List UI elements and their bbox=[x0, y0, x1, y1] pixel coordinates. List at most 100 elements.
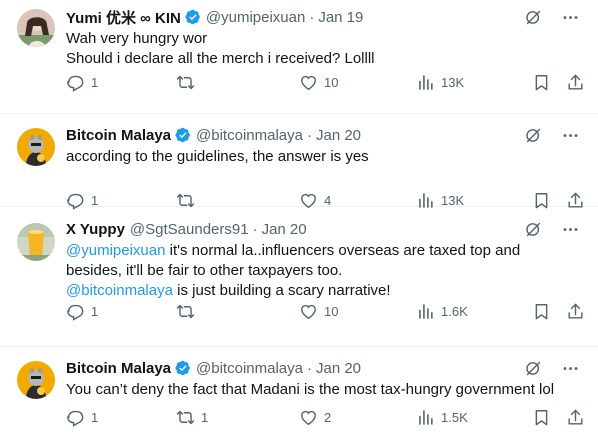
retweet-icon bbox=[176, 73, 195, 92]
like-button[interactable]: 2 bbox=[299, 408, 331, 427]
reply-count: 1 bbox=[91, 74, 99, 90]
tweet-text-fragment: it's normal la..influencers overseas are… bbox=[165, 242, 521, 259]
reply-button[interactable]: 1 bbox=[66, 73, 98, 92]
tweet-date[interactable]: Jan 20 bbox=[316, 127, 361, 144]
bookmark-button[interactable] bbox=[532, 73, 551, 92]
display-name[interactable]: Yumi 优米 ∞ KIN bbox=[66, 7, 181, 28]
avatar[interactable] bbox=[17, 223, 55, 261]
tweet-text-line: You can’t deny the fact that Madani is t… bbox=[66, 381, 555, 398]
tweet[interactable]: Yumi 优米 ∞ KIN @yumipeixuan · Jan 19 Wah … bbox=[0, 0, 598, 114]
tweet-text-line: Should i declare all the merch i receive… bbox=[66, 50, 375, 67]
separator-dot: · bbox=[252, 220, 258, 238]
tweet-text: according to the guidelines, the answer … bbox=[66, 147, 584, 167]
grok-icon[interactable] bbox=[524, 8, 543, 27]
verified-badge-icon bbox=[175, 127, 191, 143]
separator-dot: · bbox=[306, 126, 312, 144]
tweet-header: Bitcoin Malaya @bitcoinmalaya · Jan 20 bbox=[66, 124, 584, 146]
retweet-icon bbox=[176, 408, 195, 427]
tweet-text-line: @yumipeixuan it's normal la..influencers… bbox=[66, 241, 584, 261]
retweet-button[interactable] bbox=[176, 73, 201, 92]
retweet-button[interactable]: 1 bbox=[176, 408, 208, 427]
retweet-icon bbox=[176, 302, 195, 321]
tweet-header: Bitcoin Malaya @bitcoinmalaya · Jan 20 bbox=[66, 357, 584, 379]
user-handle[interactable]: @bitcoinmalaya bbox=[196, 127, 303, 144]
heart-icon bbox=[299, 302, 318, 321]
separator-dot: · bbox=[309, 8, 315, 26]
tweet-text: @yumipeixuan it's normal la..influencers… bbox=[66, 241, 584, 301]
like-count: 10 bbox=[324, 303, 339, 319]
retweet-button[interactable] bbox=[176, 302, 201, 321]
separator-dot: · bbox=[306, 359, 312, 377]
views-button[interactable]: 13K bbox=[416, 73, 464, 92]
reply-count: 1 bbox=[91, 192, 99, 208]
more-options-icon[interactable] bbox=[561, 359, 580, 378]
like-count: 10 bbox=[324, 74, 339, 90]
share-button[interactable] bbox=[566, 408, 585, 427]
bookmark-icon bbox=[532, 408, 551, 427]
verified-badge-icon bbox=[175, 360, 191, 376]
tweet-header: Yumi 优米 ∞ KIN @yumipeixuan · Jan 19 bbox=[66, 6, 584, 28]
tweet-date[interactable]: Jan 19 bbox=[318, 9, 363, 26]
retweet-count: 1 bbox=[201, 409, 209, 425]
avatar[interactable] bbox=[17, 361, 55, 399]
analytics-icon bbox=[416, 408, 435, 427]
reply-icon bbox=[66, 408, 85, 427]
views-button[interactable]: 1.5K bbox=[416, 408, 468, 427]
view-count: 13K bbox=[441, 74, 465, 90]
avatar[interactable] bbox=[17, 9, 55, 47]
reply-count: 1 bbox=[91, 409, 99, 425]
tweet-text: Wah very hungry wor Should i declare all… bbox=[66, 29, 584, 69]
tweet[interactable]: Bitcoin Malaya @bitcoinmalaya · Jan 20 Y… bbox=[0, 347, 598, 445]
share-icon bbox=[566, 302, 585, 321]
more-options-icon[interactable] bbox=[561, 220, 580, 239]
tweet-text-line: Wah very hungry wor bbox=[66, 30, 208, 47]
mention-link[interactable]: @yumipeixuan bbox=[66, 242, 165, 259]
like-count: 2 bbox=[324, 409, 332, 425]
view-count: 1.6K bbox=[441, 303, 468, 319]
view-count: 13K bbox=[441, 192, 465, 208]
analytics-icon bbox=[416, 302, 435, 321]
tweet-date[interactable]: Jan 20 bbox=[262, 221, 307, 238]
tweet-text-line: besides, it'll be fair to other taxpayer… bbox=[66, 262, 343, 279]
grok-icon[interactable] bbox=[524, 220, 543, 239]
user-handle[interactable]: @bitcoinmalaya bbox=[196, 360, 303, 377]
share-icon bbox=[566, 408, 585, 427]
views-button[interactable]: 1.6K bbox=[416, 302, 468, 321]
verified-badge-icon bbox=[185, 9, 201, 25]
bookmark-button[interactable] bbox=[532, 302, 551, 321]
analytics-icon bbox=[416, 73, 435, 92]
mention-link[interactable]: @bitcoinmalaya bbox=[66, 282, 173, 299]
reply-count: 1 bbox=[91, 303, 99, 319]
like-button[interactable]: 10 bbox=[299, 302, 338, 321]
bookmark-icon bbox=[532, 302, 551, 321]
like-button[interactable]: 10 bbox=[299, 73, 338, 92]
heart-icon bbox=[299, 73, 318, 92]
bookmark-button[interactable] bbox=[532, 408, 551, 427]
heart-icon bbox=[299, 408, 318, 427]
user-handle[interactable]: @yumipeixuan bbox=[206, 9, 305, 26]
reply-icon bbox=[66, 73, 85, 92]
more-options-icon[interactable] bbox=[561, 126, 580, 145]
tweet[interactable]: X Yuppy @SgtSaunders91 · Jan 20 @yumipei… bbox=[0, 207, 598, 347]
share-button[interactable] bbox=[566, 73, 585, 92]
display-name[interactable]: Bitcoin Malaya bbox=[66, 127, 171, 144]
user-handle[interactable]: @SgtSaunders91 bbox=[130, 221, 249, 238]
tweet-date[interactable]: Jan 20 bbox=[316, 360, 361, 377]
share-button[interactable] bbox=[566, 302, 585, 321]
avatar[interactable] bbox=[17, 128, 55, 166]
tweet-text-fragment: is just building a scary narrative! bbox=[172, 282, 391, 299]
like-count: 4 bbox=[324, 192, 332, 208]
grok-icon[interactable] bbox=[524, 126, 543, 145]
grok-icon[interactable] bbox=[524, 359, 543, 378]
more-options-icon[interactable] bbox=[561, 8, 580, 27]
reply-button[interactable]: 1 bbox=[66, 408, 98, 427]
tweet[interactable]: Bitcoin Malaya @bitcoinmalaya · Jan 20 a… bbox=[0, 114, 598, 207]
tweet-text: You can’t deny the fact that Madani is t… bbox=[66, 380, 584, 400]
tweet-header: X Yuppy @SgtSaunders91 · Jan 20 bbox=[66, 218, 584, 240]
reply-icon bbox=[66, 302, 85, 321]
display-name[interactable]: X Yuppy bbox=[66, 221, 125, 238]
display-name[interactable]: Bitcoin Malaya bbox=[66, 360, 171, 377]
view-count: 1.5K bbox=[441, 409, 468, 425]
reply-button[interactable]: 1 bbox=[66, 302, 98, 321]
bookmark-icon bbox=[532, 73, 551, 92]
